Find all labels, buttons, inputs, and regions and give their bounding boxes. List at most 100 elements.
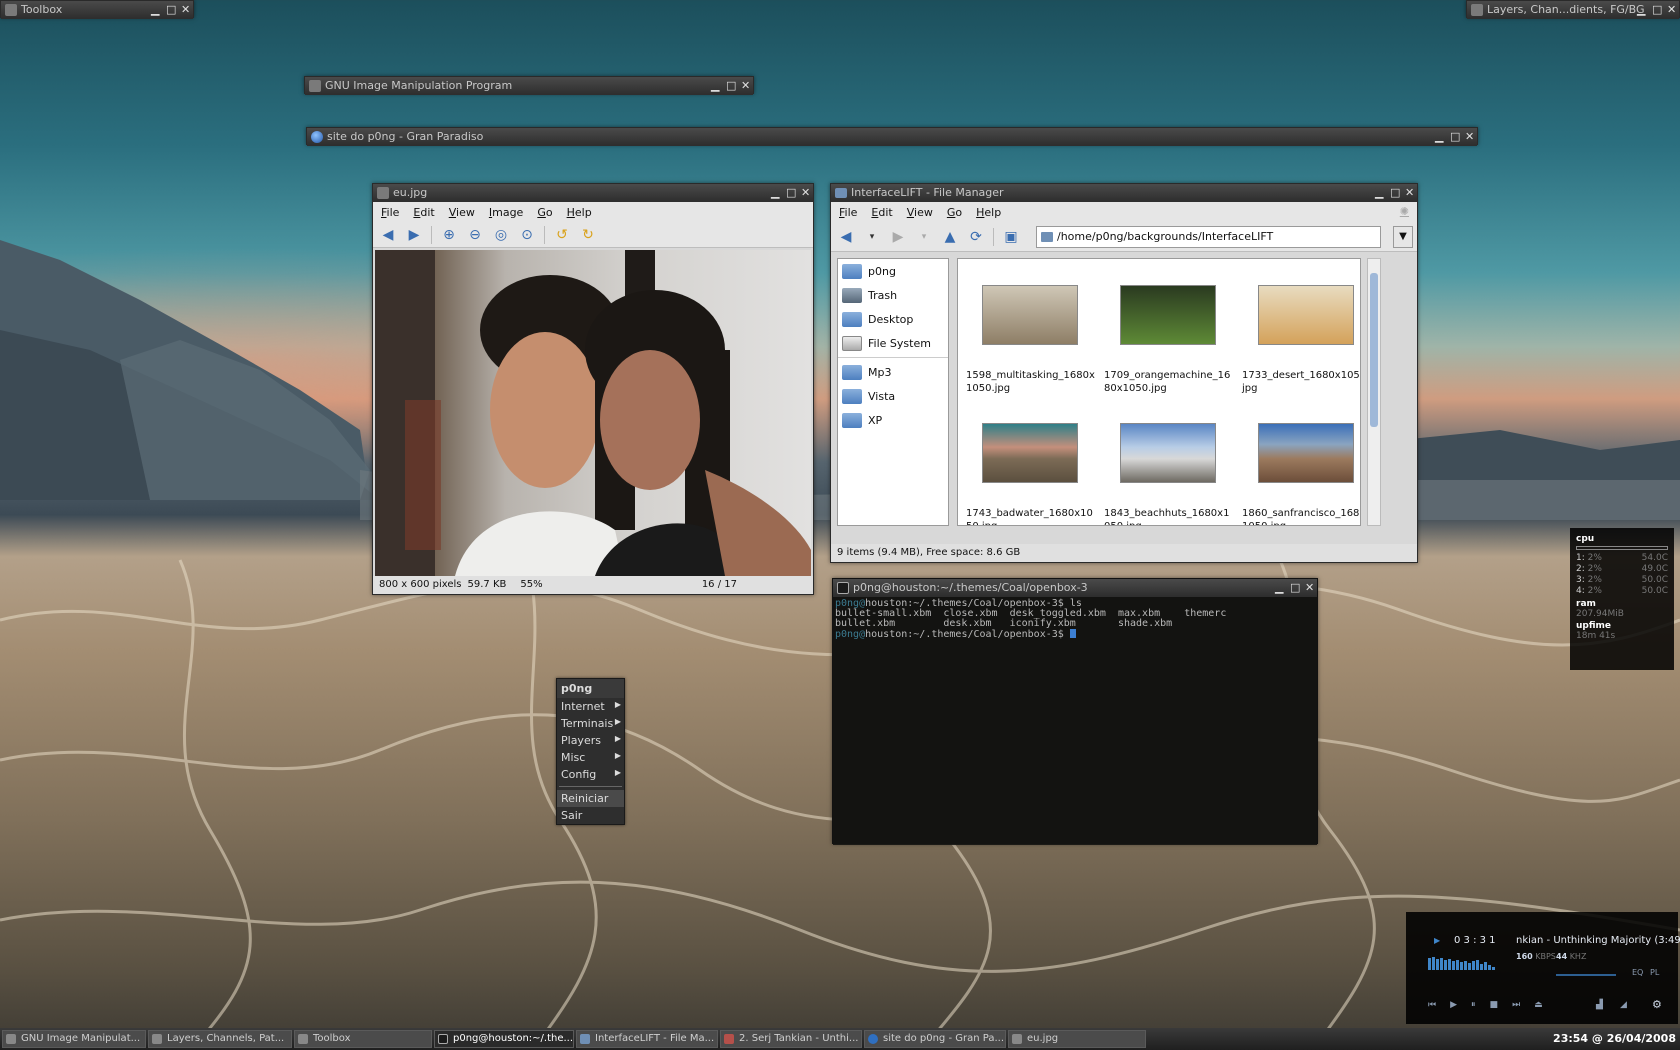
play-icon[interactable]: ▶ [1450, 1000, 1457, 1010]
close-icon[interactable]: ✕ [1405, 184, 1414, 202]
place-desktop[interactable]: Desktop [838, 307, 948, 331]
task-terminal[interactable]: p0ng@houston:~/.the... [434, 1030, 574, 1048]
menu-item-misc[interactable]: Misc ▶ [557, 749, 624, 766]
menu-help[interactable]: Help [976, 206, 1001, 219]
filemanager-titlebar[interactable]: InterfaceLIFT - File Manager ▁ □ ✕ [831, 184, 1417, 202]
close-icon[interactable]: ✕ [1667, 1, 1676, 19]
minimize-icon[interactable]: ▁ [1375, 184, 1383, 202]
forward-arrow-icon[interactable]: ▶ [889, 228, 907, 246]
location-dropdown[interactable]: ▼ [1393, 225, 1413, 248]
reload-icon[interactable]: ⟳ [967, 228, 985, 246]
close-icon[interactable]: ✕ [1465, 128, 1474, 146]
maximize-icon[interactable]: □ [1450, 128, 1460, 146]
eject-icon[interactable]: ⏏ [1534, 1000, 1543, 1010]
zoom-out-icon[interactable]: ⊖ [466, 226, 484, 244]
menu-item-reiniciar[interactable]: Reiniciar [557, 790, 624, 807]
task-viewer[interactable]: eu.jpg [1008, 1030, 1146, 1048]
menu-item-config[interactable]: Config ▶ [557, 766, 624, 783]
file-manager-window[interactable]: InterfaceLIFT - File Manager ▁ □ ✕ File Ed… [830, 183, 1418, 563]
menu-go[interactable]: Go [947, 206, 962, 219]
minimize-icon[interactable]: ▁ [1435, 128, 1443, 146]
maximize-icon[interactable]: □ [166, 1, 176, 19]
next-icon[interactable]: ⏭ [1512, 1000, 1520, 1010]
terminal-titlebar[interactable]: p0ng@houston:~/.themes/Coal/openbox-3 ▁ □… [833, 579, 1317, 597]
menu-image[interactable]: Image [489, 206, 523, 219]
previous-icon[interactable]: ⏮ [1428, 1000, 1436, 1010]
back-arrow-icon[interactable]: ◀ [837, 228, 855, 246]
menu-go[interactable]: Go [537, 206, 552, 219]
minimize-icon[interactable]: ▁ [711, 77, 719, 95]
file-item[interactable]: 1860_sanfrancisco_1680x1050.jpg [1242, 423, 1360, 525]
browser-titlebar[interactable]: site do p0ng - Gran Paradiso ▁ □ ✕ [307, 128, 1477, 146]
icon-view-scrollbar[interactable] [1367, 258, 1381, 526]
image-viewer-window[interactable]: eu.jpg ▁ □ ✕ File Edit View Image Go Help … [372, 183, 814, 595]
volume-icon[interactable]: ▟ [1596, 1000, 1603, 1010]
eq-button[interactable]: EQ [1632, 968, 1643, 977]
terminal-window[interactable]: p0ng@houston:~/.themes/Coal/openbox-3 ▁ □… [832, 578, 1318, 845]
layers-titlebar[interactable]: Layers, Chan...dients, FG/BG ▁ □ ✕ [1467, 1, 1679, 19]
zoom-fit-icon[interactable]: ⊙ [518, 226, 536, 244]
menu-item-sair[interactable]: Sair [557, 807, 624, 824]
bookmark-xp[interactable]: XP [838, 408, 948, 432]
balance-icon[interactable]: ◢ [1620, 1000, 1627, 1010]
maximize-icon[interactable]: □ [786, 184, 796, 202]
task-music[interactable]: 2. Serj Tankian - Unthi... [720, 1030, 862, 1048]
forward-history-icon[interactable]: ▾ [915, 228, 933, 246]
back-arrow-icon[interactable]: ◀ [379, 226, 397, 244]
gimp-window[interactable]: GNU Image Manipulation Program ▁ □ ✕ [304, 76, 754, 95]
back-history-icon[interactable]: ▾ [863, 228, 881, 246]
task-browser[interactable]: site do p0ng - Gran Pa... [864, 1030, 1006, 1048]
maximize-icon[interactable]: □ [1652, 1, 1662, 19]
terminal-output[interactable]: p0ng@houston:~/.themes/Coal/openbox-3$ l… [833, 597, 1317, 845]
menu-view[interactable]: View [907, 206, 933, 219]
bookmark-mp3[interactable]: Mp3 [838, 360, 948, 384]
seek-bar[interactable] [1556, 974, 1616, 976]
menu-item-internet[interactable]: Internet ▶ [557, 698, 624, 715]
menu-edit[interactable]: Edit [413, 206, 434, 219]
close-icon[interactable]: ✕ [801, 184, 810, 202]
toolbox-window[interactable]: Toolbox ▁ □ ✕ [0, 0, 194, 19]
maximize-icon[interactable]: □ [726, 77, 736, 95]
menu-file[interactable]: File [381, 206, 399, 219]
stop-icon[interactable]: ■ [1490, 1000, 1499, 1010]
scrollbar-thumb[interactable] [1370, 273, 1378, 427]
zoom-normal-icon[interactable]: ◎ [492, 226, 510, 244]
file-item[interactable]: 1709_orangemachine_1680x1050.jpg [1104, 285, 1234, 395]
home-folder-icon[interactable]: ▣ [1002, 228, 1020, 246]
maximize-icon[interactable]: □ [1290, 579, 1300, 597]
close-icon[interactable]: ✕ [741, 77, 750, 95]
close-icon[interactable]: ✕ [181, 1, 190, 19]
rotate-left-icon[interactable]: ↺ [553, 226, 571, 244]
place-filesystem[interactable]: File System [838, 331, 948, 355]
menu-edit[interactable]: Edit [871, 206, 892, 219]
minimize-icon[interactable]: ▁ [771, 184, 779, 202]
browser-window[interactable]: site do p0ng - Gran Paradiso ▁ □ ✕ [306, 127, 1478, 146]
layers-window[interactable]: Layers, Chan...dients, FG/BG ▁ □ ✕ [1466, 0, 1680, 19]
gimp-titlebar[interactable]: GNU Image Manipulation Program ▁ □ ✕ [305, 77, 753, 95]
menu-view[interactable]: View [449, 206, 475, 219]
close-icon[interactable]: ✕ [1305, 579, 1314, 597]
minimize-icon[interactable]: ▁ [1275, 579, 1283, 597]
task-toolbox[interactable]: Toolbox [294, 1030, 432, 1048]
task-gimp[interactable]: GNU Image Manipulat... [2, 1030, 146, 1048]
maximize-icon[interactable]: □ [1390, 184, 1400, 202]
rotate-right-icon[interactable]: ↻ [579, 226, 597, 244]
file-item[interactable]: 1598_multitasking_1680x1050.jpg [966, 285, 1096, 395]
pause-icon[interactable]: ⏸ [1471, 1000, 1476, 1010]
file-item[interactable]: 1733_desert_1680x1050.jpg [1242, 285, 1360, 395]
menu-help[interactable]: Help [567, 206, 592, 219]
minimize-icon[interactable]: ▁ [151, 1, 159, 19]
menu-item-players[interactable]: Players ▶ [557, 732, 624, 749]
menu-icon[interactable]: ⚙ [1652, 998, 1662, 1011]
file-item[interactable]: 1843_beachhuts_1680x1050.jpg [1104, 423, 1234, 525]
pl-button[interactable]: PL [1650, 968, 1659, 977]
task-filemanager[interactable]: InterfaceLIFT - File Ma... [576, 1030, 718, 1048]
forward-arrow-icon[interactable]: ▶ [405, 226, 423, 244]
audacious-player[interactable]: ▶ 0 3 : 3 1 nkian - Unthinking Majority … [1406, 912, 1680, 1024]
task-layers[interactable]: Layers, Channels, Pat... [148, 1030, 292, 1048]
menu-file[interactable]: File [839, 206, 857, 219]
minimize-icon[interactable]: ▁ [1637, 1, 1645, 19]
location-bar[interactable]: /home/p0ng/backgrounds/InterfaceLIFT [1036, 225, 1381, 248]
file-item[interactable]: 1743_badwater_1680x1050.jpg [966, 423, 1096, 525]
place-home[interactable]: p0ng [838, 259, 948, 283]
